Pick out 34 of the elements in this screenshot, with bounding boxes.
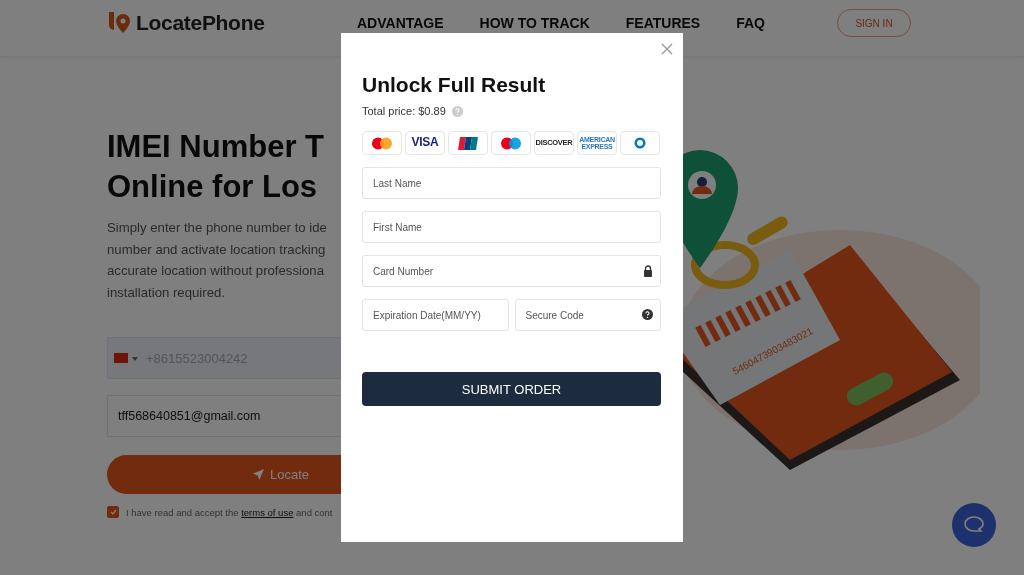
terms-text: I have read and accept the terms of use and cont (126, 506, 333, 518)
text-field[interactable]: Last Name (362, 167, 661, 199)
text-field[interactable]: Secure Code (514, 299, 661, 331)
card-logo: VISA (405, 131, 445, 155)
submit-order-button[interactable]: SUBMIT ORDER (362, 372, 661, 406)
total-price: Total price: $0.89 (362, 105, 446, 117)
close-icon (661, 43, 673, 55)
help-icon (451, 105, 463, 117)
text-field[interactable]: First Name (362, 211, 661, 243)
nav-link[interactable]: FAQ (736, 15, 765, 31)
circle-emblem-icon (634, 137, 646, 149)
flag-icon (114, 353, 128, 363)
brand-name: LocatePhone (136, 11, 265, 35)
caret-icon (132, 357, 138, 361)
dialog-title: Unlock Full Result (362, 73, 547, 97)
stripes-icon (458, 136, 478, 150)
lock-icon (643, 265, 653, 277)
hero-title: IMEI Number T (107, 128, 324, 166)
text-field[interactable]: Card Number (362, 255, 661, 287)
overlapping-circles-icon (371, 136, 393, 150)
hero-description: Simply enter the phone number to ide number and activate location tracking accurate location without professiona installation required. (107, 219, 327, 302)
overlapping-circles-icon (500, 136, 522, 150)
nav-link[interactable]: ADVANTAGE (357, 15, 444, 31)
checkbox[interactable] (107, 506, 119, 518)
text-field[interactable]: Expiration Date(MM/YY) (362, 299, 509, 331)
chat-bubble-icon (964, 516, 984, 534)
sign-in-button[interactable]: SIGN IN (837, 9, 911, 37)
navigation-arrow-icon (252, 469, 264, 480)
terms-link[interactable]: terms of use (241, 506, 294, 518)
nav-link[interactable]: FEATURES (625, 15, 701, 31)
hero-title: Online for Los (107, 168, 318, 206)
nav-link[interactable]: HOW TO TRACK (479, 15, 590, 31)
chat-button[interactable] (952, 503, 996, 547)
help-icon (642, 309, 653, 320)
